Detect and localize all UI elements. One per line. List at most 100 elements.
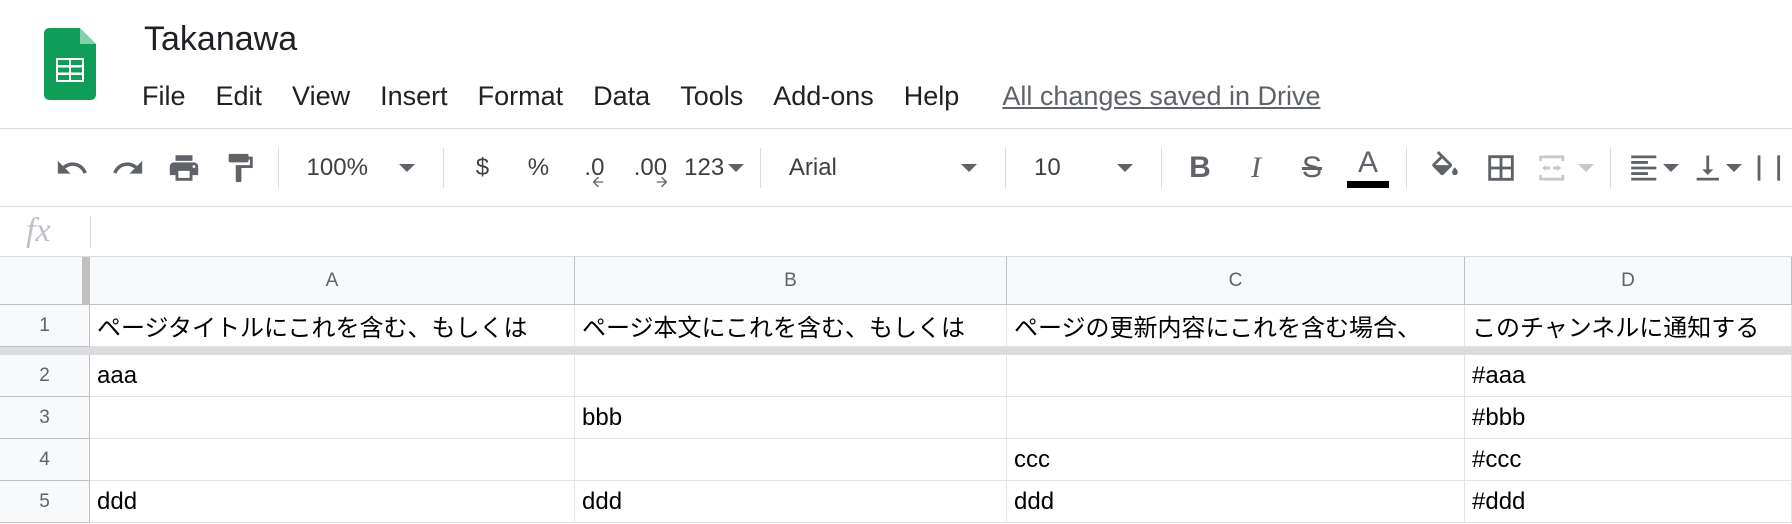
fill-color-button[interactable]: [1423, 144, 1467, 192]
freeze-column-handle[interactable]: [82, 257, 90, 305]
menu-addons[interactable]: Add-ons: [758, 81, 889, 112]
toolbar-divider: [277, 148, 279, 188]
cell-a2[interactable]: aaa: [90, 355, 575, 397]
borders-button[interactable]: [1479, 144, 1523, 192]
decrease-decimal-button[interactable]: .0: [572, 144, 616, 192]
chevron-down-icon: [1116, 164, 1133, 172]
chevron-down-icon: [960, 164, 977, 172]
menu-edit[interactable]: Edit: [201, 81, 278, 112]
merge-cells-button[interactable]: [1535, 144, 1595, 192]
bold-icon: B: [1189, 151, 1211, 184]
formula-bar: fx: [0, 208, 1792, 257]
percent-label: %: [527, 154, 550, 181]
paint-format-icon: [228, 153, 253, 183]
column-header-b[interactable]: B: [575, 257, 1007, 305]
paint-format-button[interactable]: [218, 144, 262, 192]
horizontal-align-dropdown[interactable]: [1627, 144, 1679, 192]
cell-d2[interactable]: #aaa: [1465, 355, 1792, 397]
column-header-a[interactable]: A: [90, 257, 575, 305]
chevron-down-icon: [1578, 164, 1595, 172]
row-header-3[interactable]: 3: [0, 397, 90, 439]
percent-format-button[interactable]: %: [516, 144, 560, 192]
row-header-5[interactable]: 5: [0, 481, 90, 523]
save-status-link[interactable]: All changes saved in Drive: [1002, 81, 1320, 112]
menu-view[interactable]: View: [277, 81, 365, 112]
align-bottom-icon: [1696, 155, 1719, 181]
cell-b1[interactable]: ページ本文にこれを含む、もしくは: [575, 305, 1007, 347]
text-color-icon: A: [1346, 145, 1389, 188]
menu-insert[interactable]: Insert: [365, 81, 463, 112]
toolbar-divider: [1004, 148, 1006, 188]
arrow-left-icon: [593, 176, 604, 188]
zoom-value: 100%: [306, 154, 368, 181]
font-family-value: Arial: [788, 154, 837, 181]
formula-divider: [90, 216, 91, 248]
cell-b3[interactable]: bbb: [575, 397, 1007, 439]
cell-a1[interactable]: ページタイトルにこれを含む、もしくは: [90, 305, 575, 347]
chevron-down-icon: [1662, 164, 1679, 172]
currency-format-button[interactable]: $: [460, 144, 504, 192]
cell-c2[interactable]: [1007, 355, 1465, 397]
vertical-align-dropdown[interactable]: [1691, 144, 1743, 192]
zoom-dropdown[interactable]: 100%: [295, 144, 428, 192]
menu-file[interactable]: File: [142, 81, 201, 112]
number-format-label: 123: [684, 154, 725, 181]
cell-a4[interactable]: [90, 439, 575, 481]
print-icon: [169, 155, 198, 181]
cell-d1[interactable]: このチャンネルに通知する: [1465, 305, 1792, 347]
cell-d4[interactable]: #ccc: [1465, 439, 1792, 481]
menu-help[interactable]: Help: [889, 81, 975, 112]
cell-c4[interactable]: ccc: [1007, 439, 1465, 481]
currency-label: $: [475, 154, 490, 181]
menu-data[interactable]: Data: [578, 81, 665, 112]
cell-b5[interactable]: ddd: [575, 481, 1007, 523]
redo-icon: [112, 160, 142, 174]
row-header-2[interactable]: 2: [0, 355, 90, 397]
cell-a3[interactable]: [90, 397, 575, 439]
toolbar-divider: [759, 148, 761, 188]
sheets-logo-icon[interactable]: [44, 28, 96, 100]
document-title[interactable]: Takanawa: [144, 20, 297, 59]
fx-icon: fx: [26, 212, 51, 249]
strikethrough-button[interactable]: S: [1290, 144, 1334, 192]
increase-decimal-button[interactable]: .00: [628, 144, 672, 192]
row-header-4[interactable]: 4: [0, 439, 90, 481]
font-size-dropdown[interactable]: 10: [1022, 144, 1145, 192]
spreadsheet-grid: A B C D 1 ページタイトルにこれを含む、もしくは ページ本文にこれを含む…: [0, 257, 1792, 524]
undo-button[interactable]: [50, 144, 94, 192]
text-wrap-button[interactable]: [1752, 144, 1786, 192]
text-color-button[interactable]: A: [1346, 144, 1390, 192]
text-color-swatch: [1346, 180, 1389, 188]
menu-format[interactable]: Format: [463, 81, 579, 112]
italic-button[interactable]: I: [1234, 144, 1278, 192]
chevron-down-icon: [728, 164, 745, 172]
menu-bar: File Edit View Insert Format Data Tools …: [142, 76, 1321, 116]
cell-c1[interactable]: ページの更新内容にこれを含む場合、: [1007, 305, 1465, 347]
column-header-c[interactable]: C: [1007, 257, 1465, 305]
print-button[interactable]: [162, 144, 206, 192]
cell-c3[interactable]: [1007, 397, 1465, 439]
cell-d5[interactable]: #ddd: [1465, 481, 1792, 523]
font-size-value: 10: [1033, 154, 1061, 181]
cell-b2[interactable]: [575, 355, 1007, 397]
cell-b4[interactable]: [575, 439, 1007, 481]
strikethrough-icon: S: [1301, 151, 1322, 184]
font-family-dropdown[interactable]: Arial: [777, 144, 989, 192]
number-format-dropdown[interactable]: 123: [684, 144, 745, 192]
cell-d3[interactable]: #bbb: [1465, 397, 1792, 439]
redo-button[interactable]: [106, 144, 150, 192]
cell-c5[interactable]: ddd: [1007, 481, 1465, 523]
chevron-down-icon: [399, 164, 416, 172]
toolbar-divider: [443, 148, 445, 188]
cell-a5[interactable]: ddd: [90, 481, 575, 523]
align-left-icon: [1631, 155, 1657, 181]
freeze-row-handle[interactable]: [0, 347, 1792, 355]
toolbar-divider: [1160, 148, 1162, 188]
row-header-1[interactable]: 1: [0, 305, 90, 347]
bold-button[interactable]: B: [1178, 144, 1222, 192]
menu-tools[interactable]: Tools: [665, 81, 758, 112]
text-color-letter: A: [1357, 145, 1378, 179]
column-header-d[interactable]: D: [1465, 257, 1792, 305]
app-header: Takanawa File Edit View Insert Format Da…: [0, 0, 1792, 129]
select-all-corner[interactable]: [0, 257, 90, 305]
